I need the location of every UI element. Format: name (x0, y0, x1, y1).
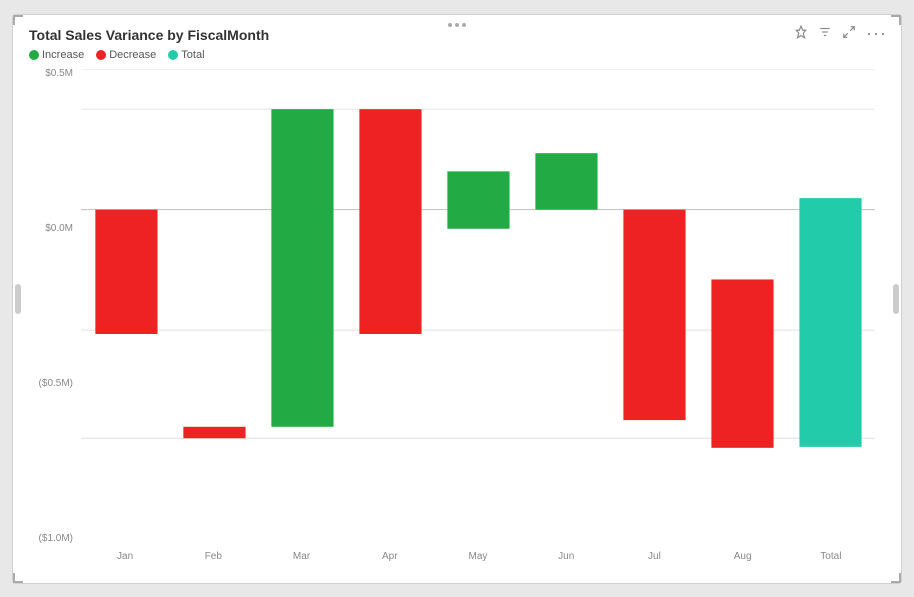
legend-dot-increase (29, 50, 39, 60)
y-label-2: ($0.5M) (39, 379, 73, 389)
legend-item-decrease: Decrease (96, 49, 156, 61)
legend-label-decrease: Decrease (109, 49, 156, 61)
x-label-jan: Jan (81, 545, 169, 573)
x-label-may: May (434, 545, 522, 573)
x-axis: Jan Feb Mar Apr May Jun Jul Aug Total (81, 545, 875, 573)
right-resize-handle[interactable] (893, 284, 899, 314)
legend: Increase Decrease Total (29, 49, 885, 61)
bar-aug (711, 279, 773, 447)
bar-jul (623, 209, 685, 419)
legend-item-increase: Increase (29, 49, 84, 61)
pin-icon[interactable] (794, 25, 808, 42)
x-label-feb: Feb (169, 545, 257, 573)
bar-jan (95, 209, 157, 333)
legend-label-increase: Increase (42, 49, 84, 61)
bar-total (799, 198, 861, 447)
bar-mar (271, 109, 333, 427)
expand-icon[interactable] (842, 25, 856, 42)
corner-handle-br[interactable] (891, 573, 901, 583)
y-axis: $0.5M $0.0M ($0.5M) ($1.0M) (29, 69, 79, 545)
corner-handle-tr[interactable] (891, 15, 901, 25)
chart-title: Total Sales Variance by FiscalMonth (29, 27, 885, 43)
bar-apr (359, 109, 421, 334)
x-label-jun: Jun (522, 545, 610, 573)
top-resize-handle[interactable] (448, 23, 466, 27)
toolbar: ··· (794, 23, 887, 44)
y-label-1: $0.0M (45, 224, 73, 234)
bar-jun (535, 153, 597, 209)
legend-dot-total (168, 50, 178, 60)
x-label-apr: Apr (346, 545, 434, 573)
chart-svg (81, 69, 875, 471)
corner-handle-bl[interactable] (13, 573, 23, 583)
corner-handle-tl[interactable] (13, 15, 23, 25)
chart-inner (81, 69, 875, 545)
chart-area: $0.5M $0.0M ($0.5M) ($1.0M) (29, 69, 885, 573)
bar-feb (183, 426, 245, 437)
y-label-3: ($1.0M) (39, 534, 73, 544)
x-label-mar: Mar (257, 545, 345, 573)
x-label-total: Total (787, 545, 875, 573)
chart-card: ··· Total Sales Variance by FiscalMonth … (12, 14, 902, 584)
filter-icon[interactable] (818, 25, 832, 42)
bar-may (447, 171, 509, 228)
legend-item-total: Total (168, 49, 204, 61)
x-label-aug: Aug (699, 545, 787, 573)
legend-label-total: Total (181, 49, 204, 61)
y-label-0: $0.5M (45, 69, 73, 79)
left-resize-handle[interactable] (15, 284, 21, 314)
legend-dot-decrease (96, 50, 106, 60)
more-icon[interactable]: ··· (866, 23, 887, 44)
x-label-jul: Jul (610, 545, 698, 573)
